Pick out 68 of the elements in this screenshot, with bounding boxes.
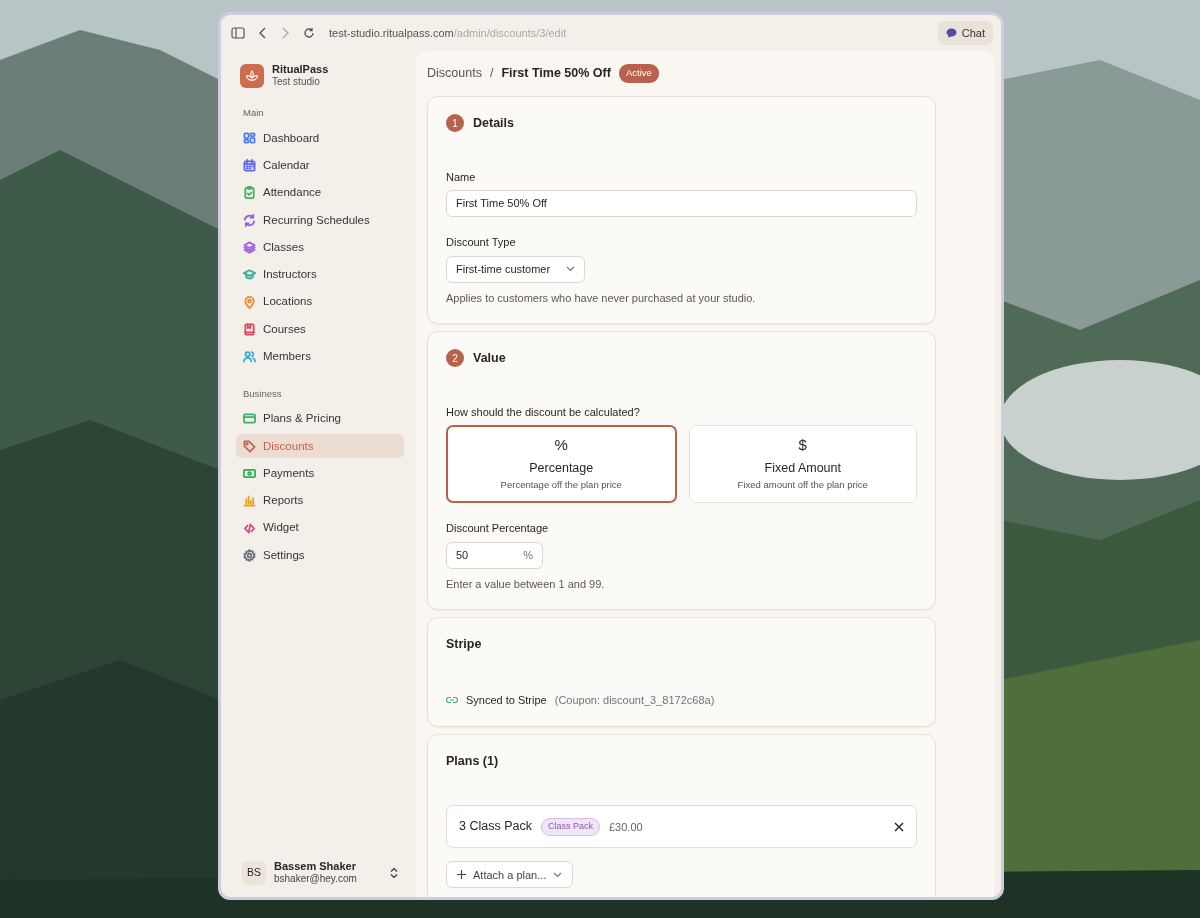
attach-plan-button[interactable]: Attach a plan...	[446, 861, 574, 889]
plan-tag: Class Pack	[540, 818, 600, 836]
plus-icon	[457, 870, 466, 880]
nav-item[interactable]: Plans & Pricing	[236, 406, 404, 431]
nav-item[interactable]: Calendar	[236, 153, 404, 178]
nav-item[interactable]: Members	[236, 344, 404, 369]
address-bar[interactable]: test-studio.ritualpass.com/admin/discounts/3/edit	[329, 24, 567, 42]
user-email: bshaker@hey.com	[274, 873, 358, 885]
option-symbol: %	[554, 436, 568, 455]
field-label: How should the discount be calculated?	[446, 404, 641, 420]
option-card[interactable]: $ Fixed Amount Fixed amount off the plan price	[688, 425, 917, 504]
option-symbol: $	[798, 436, 807, 455]
discount-type-select[interactable]: First-time customer	[446, 255, 586, 283]
remove-button[interactable]	[894, 821, 904, 832]
sync-status: Synced to Stripe	[466, 693, 547, 708]
status-badge: Active	[618, 64, 659, 83]
option-card[interactable]: % Percentage Percentage off the plan price	[446, 425, 677, 504]
page-title: First Time 50% Off	[501, 65, 611, 82]
chevrons-icon[interactable]	[390, 866, 398, 879]
help-text: Applies to customers who have never purchased at your studio.	[446, 290, 757, 306]
chat-button[interactable]: Chat	[937, 20, 993, 46]
breadcrumb-link[interactable]: Discounts	[427, 64, 482, 83]
step-number: 2	[446, 349, 464, 368]
card-title: Stripe	[446, 636, 482, 654]
logo-icon	[240, 63, 264, 88]
nav-item[interactable]: Courses	[236, 317, 404, 342]
nav-item[interactable]: Reports	[236, 488, 404, 513]
user-name: Bassem Shaker	[274, 860, 357, 873]
coupon-id: (Coupon: discount_3_8172c68a)	[554, 693, 715, 708]
nav-item[interactable]: Locations	[236, 290, 404, 315]
chat-bubble-icon	[945, 28, 957, 38]
name-field[interactable]: First Time 50% Off	[446, 190, 917, 217]
close-icon	[894, 821, 904, 832]
section-heading: Main	[243, 106, 265, 120]
percentage-field[interactable]: 50 %	[446, 541, 543, 569]
card-title: Value	[473, 350, 506, 367]
nav-item[interactable]: Settings	[236, 543, 404, 568]
link-icon	[446, 696, 458, 705]
nav-item[interactable]: Classes	[236, 235, 404, 260]
section-heading: Business	[243, 386, 283, 401]
card-title: Details	[473, 114, 514, 132]
nav-item[interactable]: Instructors	[236, 262, 404, 287]
nav-item[interactable]: Dashboard	[236, 126, 404, 151]
card-title: Plans (1)	[446, 752, 499, 770]
back-icon[interactable]	[259, 27, 267, 39]
reload-icon[interactable]	[303, 27, 315, 39]
help-text: Enter a value between 1 and 99.	[446, 576, 606, 592]
step-number: 1	[446, 114, 464, 133]
chevron-down-icon	[553, 871, 563, 878]
field-label: Discount Type	[446, 235, 517, 250]
plan-price: £30.00	[608, 819, 643, 835]
nav-item[interactable]: Widget	[236, 516, 404, 541]
option-description: Fixed amount off the plan price	[737, 478, 868, 492]
option-description: Percentage off the plan price	[500, 478, 622, 492]
nav-item[interactable]: Recurring Schedules	[236, 208, 404, 233]
nav-item[interactable]: Payments	[236, 461, 404, 486]
nav-item[interactable]: Attendance	[236, 180, 404, 205]
field-label: Name	[446, 169, 477, 185]
user-avatar: BS	[242, 860, 266, 885]
plan-name: 3 Class Pack	[459, 818, 532, 836]
option-title: Percentage	[529, 460, 594, 478]
brand-name: RitualPass	[272, 63, 329, 76]
field-label: Discount Percentage	[446, 521, 550, 537]
studio-name: Test studio	[272, 76, 321, 88]
option-title: Fixed Amount	[764, 460, 841, 478]
sidebar-toggle-icon[interactable]	[231, 27, 245, 39]
chevron-down-icon	[566, 266, 576, 272]
breadcrumb-separator: /	[489, 65, 494, 82]
